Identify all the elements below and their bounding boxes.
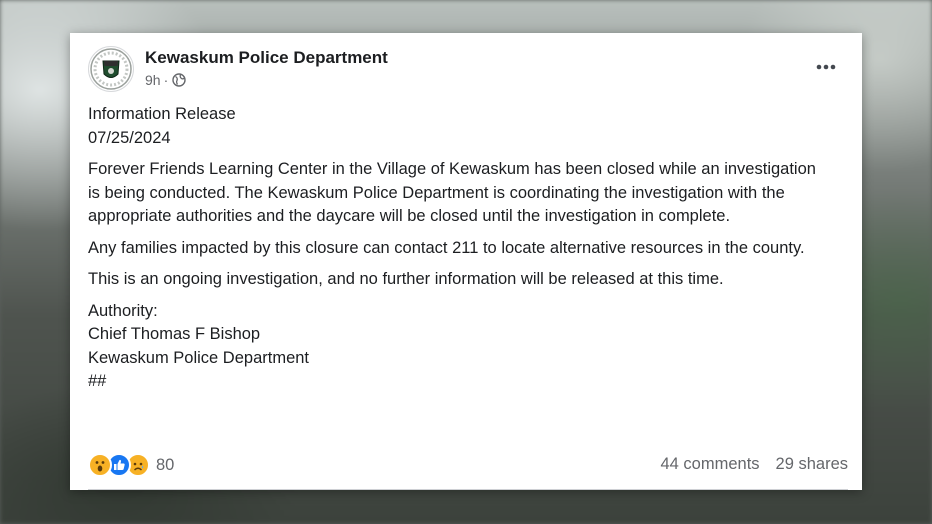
page-name[interactable]: Kewaskum Police Department (145, 48, 388, 68)
page-avatar[interactable] (88, 46, 134, 92)
paragraph-ongoing: This is an ongoing investigation, and no… (88, 270, 724, 288)
post-meta: 9h · (145, 71, 186, 89)
footer-divider (88, 489, 848, 490)
release-title: Information Release (88, 105, 236, 123)
authority-org: Kewaskum Police Department (88, 348, 310, 367)
more-options-button[interactable] (812, 53, 840, 81)
reaction-count: 80 (156, 455, 175, 474)
release-date: 07/25/2024 (88, 128, 171, 147)
more-options-icon (816, 64, 836, 70)
paragraph-closure: Forever Friends Learning Center in the V… (88, 160, 816, 225)
globe-icon[interactable] (172, 73, 186, 87)
reactions-summary[interactable]: 80 (88, 453, 174, 477)
shares-count-link[interactable]: 29 shares (776, 455, 848, 474)
paragraph-resources: Any families impacted by this closure ca… (88, 238, 805, 257)
wow-reaction-icon (88, 453, 112, 477)
comments-count-link[interactable]: 44 comments (660, 455, 759, 474)
police-badge-logo (90, 48, 132, 90)
facebook-post-card: Kewaskum Police Department 9h · Informat… (70, 33, 862, 490)
separator-dot: · (163, 72, 169, 88)
authority-label: Authority: (88, 301, 158, 320)
authority-name: Chief Thomas F Bishop (88, 325, 261, 343)
post-body: Information Release 07/25/2024 Forever F… (88, 103, 818, 394)
end-mark: ## (88, 372, 107, 390)
engagement-stats: 44 comments 29 shares (660, 455, 848, 474)
post-timestamp[interactable]: 9h (145, 72, 161, 88)
